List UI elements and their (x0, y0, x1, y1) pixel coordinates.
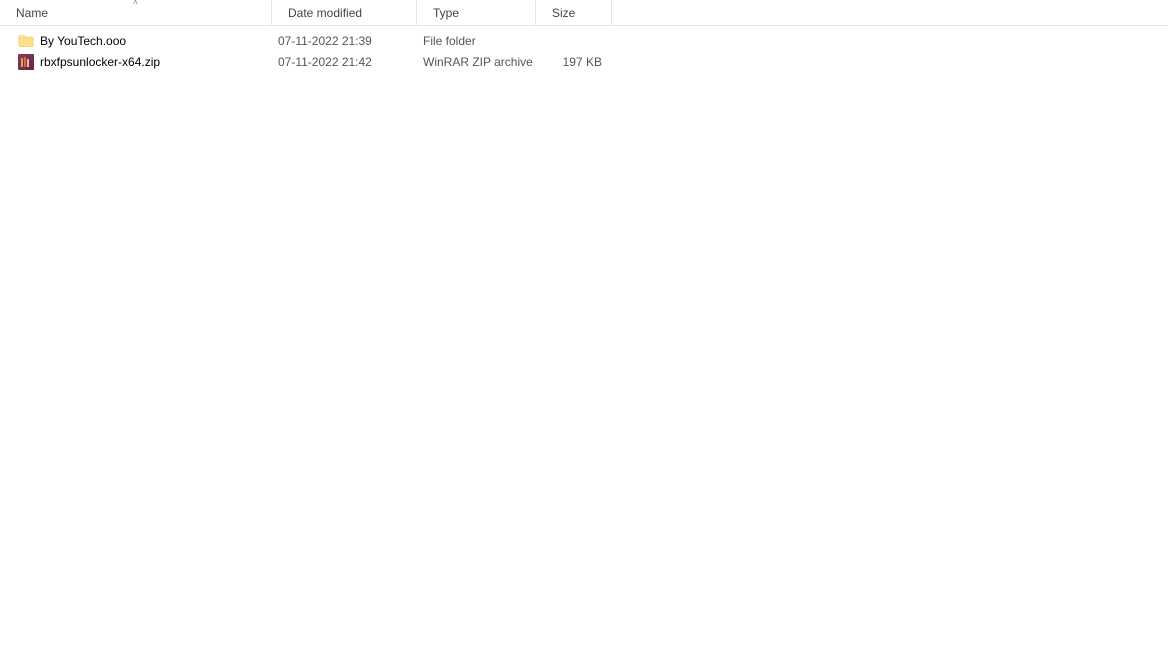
cell-type: WinRAR ZIP archive (417, 51, 536, 72)
list-item[interactable]: rbxfpsunlocker-x64.zip 07-11-2022 21:42 … (0, 51, 1168, 72)
sort-ascending-icon: ˄ (133, 0, 138, 7)
cell-size (536, 30, 612, 51)
cell-name: rbxfpsunlocker-x64.zip (0, 51, 272, 72)
cell-name: By YouTech.ooo (0, 30, 272, 51)
column-header-date-label: Date modified (288, 6, 362, 20)
cell-type: File folder (417, 30, 536, 51)
column-header-type-label: Type (433, 6, 459, 20)
file-list: By YouTech.ooo 07-11-2022 21:39 File fol… (0, 26, 1168, 72)
column-header-name-label: Name (16, 6, 48, 20)
file-name: By YouTech.ooo (40, 34, 126, 48)
cell-date: 07-11-2022 21:39 (272, 30, 417, 51)
folder-icon (18, 33, 34, 49)
column-header-name[interactable]: Name ˄ (0, 0, 272, 25)
column-header-type[interactable]: Type (417, 0, 536, 25)
zip-archive-icon (18, 54, 34, 70)
column-header-size[interactable]: Size (536, 0, 612, 25)
file-name: rbxfpsunlocker-x64.zip (40, 55, 160, 69)
column-header-size-label: Size (552, 6, 575, 20)
list-item[interactable]: By YouTech.ooo 07-11-2022 21:39 File fol… (0, 30, 1168, 51)
column-headers: Name ˄ Date modified Type Size (0, 0, 1168, 26)
cell-size: 197 KB (536, 51, 612, 72)
column-header-date[interactable]: Date modified (272, 0, 417, 25)
cell-date: 07-11-2022 21:42 (272, 51, 417, 72)
